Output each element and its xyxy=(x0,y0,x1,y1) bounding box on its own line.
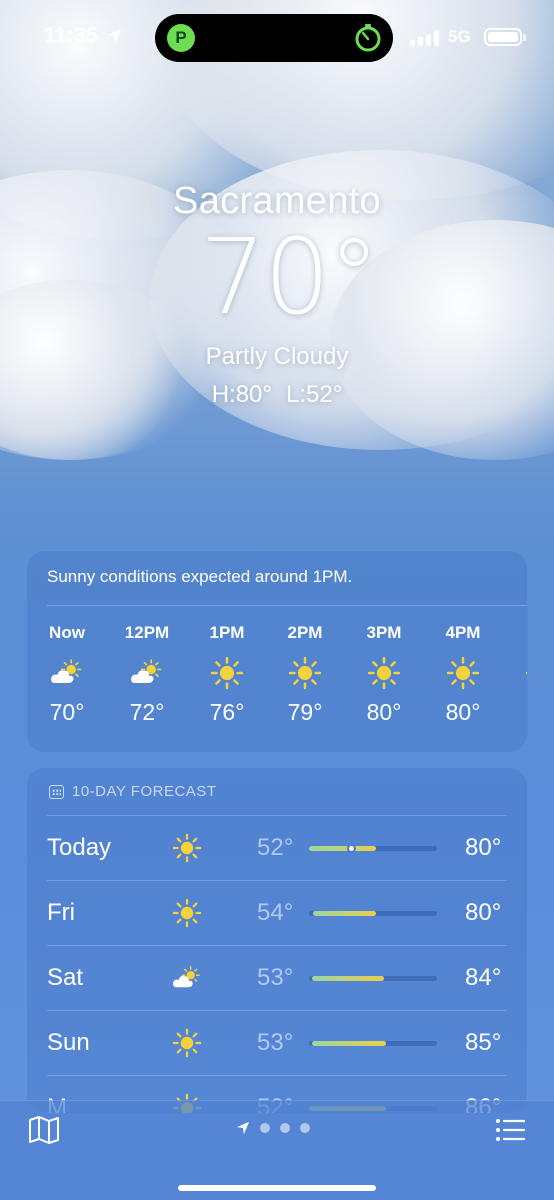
day-name: Today xyxy=(47,834,112,861)
cellular-signal-icon xyxy=(410,30,440,46)
page-dot xyxy=(300,1123,310,1133)
partly-cloudy-icon xyxy=(37,655,97,691)
hour-temp: 79° xyxy=(287,699,323,725)
sun-icon xyxy=(167,1025,207,1061)
temp-range-bar xyxy=(309,976,437,981)
sun-icon xyxy=(354,655,414,691)
sun-icon xyxy=(512,655,527,691)
day-high: 80° xyxy=(465,899,502,926)
day-high: 85° xyxy=(465,1029,502,1056)
sun-icon xyxy=(197,655,257,691)
day-low: 52° xyxy=(257,834,294,861)
partly-cloudy-icon xyxy=(117,655,177,691)
hour-temp: 70° xyxy=(49,699,85,725)
day-name: Sun xyxy=(47,1029,90,1056)
current-temp-dot xyxy=(347,844,356,853)
temp-range-bar xyxy=(309,911,437,916)
day-row[interactable]: Sun 53° 85° xyxy=(47,1010,507,1075)
hour-item: 1PM 76° xyxy=(197,623,257,726)
day-high: 84° xyxy=(465,964,502,991)
hour-item: Now 70° xyxy=(37,623,97,726)
status-bar: 11:35 P 5G xyxy=(0,0,554,75)
dynamic-island[interactable]: P xyxy=(155,14,393,62)
hour-label: 3PM xyxy=(366,623,402,642)
temp-range-bar xyxy=(309,844,437,853)
temp-range-fill xyxy=(312,1041,386,1046)
temp-range-bar xyxy=(309,1041,437,1046)
day-low: 53° xyxy=(257,964,294,991)
temp-range-fill xyxy=(313,911,376,916)
day-row[interactable]: Today 52° 80° xyxy=(47,815,507,880)
p-app-icon: P xyxy=(167,24,195,52)
ten-day-forecast-card[interactable]: 10-DAY FORECAST Today 52° 80° Fri 54° 80°… xyxy=(27,768,527,1113)
hour-item: 3PM 80° xyxy=(354,623,414,726)
location-arrow-icon xyxy=(107,29,121,43)
low-temp: L:52° xyxy=(285,381,343,408)
timer-icon xyxy=(355,24,381,52)
hour-temp: 80° xyxy=(366,699,402,725)
high-low: H:80° L:52° xyxy=(0,381,554,409)
status-time: 11:35 xyxy=(44,24,99,47)
divider xyxy=(47,605,527,606)
battery-icon xyxy=(484,28,526,46)
hour-label: 4PM xyxy=(445,623,481,642)
partly-cloudy-icon xyxy=(167,960,207,996)
hour-item: 4PM 80° xyxy=(433,623,493,726)
calendar-icon xyxy=(49,784,64,799)
current-temperature: 70° xyxy=(199,216,380,338)
temp-range-fill xyxy=(312,976,384,981)
page-indicator[interactable] xyxy=(236,1121,310,1135)
condition-text: Partly Cloudy xyxy=(205,343,349,370)
map-icon[interactable] xyxy=(28,1115,60,1145)
page-dot xyxy=(260,1123,270,1133)
hour-label: 1PM xyxy=(209,623,245,642)
list-icon[interactable] xyxy=(494,1115,526,1145)
hour-label: 5 xyxy=(512,623,527,649)
bottom-toolbar xyxy=(0,1100,554,1200)
hour-item: 2PM 79° xyxy=(275,623,335,726)
day-name: Fri xyxy=(47,899,75,926)
day-low: 53° xyxy=(257,1029,294,1056)
network-type: 5G xyxy=(448,27,471,46)
day-low: 54° xyxy=(257,899,294,926)
hourly-scroll[interactable]: Now 70° 12PM 72° 1PM 76° 2PM 79° 3PM 80° 4PM … xyxy=(27,623,527,743)
hourly-summary: Sunny conditions expected around 1PM. xyxy=(47,567,353,586)
hour-item: 5 7 xyxy=(512,623,527,726)
hour-label: 2PM xyxy=(287,623,323,642)
hour-label: 12PM xyxy=(124,623,170,642)
day-name: Sat xyxy=(47,964,84,991)
temp-range-fill xyxy=(309,846,376,851)
hour-temp: 7 xyxy=(512,699,527,726)
hourly-forecast-card[interactable]: Sunny conditions expected around 1PM. No… xyxy=(27,551,527,752)
hour-temp: 76° xyxy=(209,699,245,725)
sun-icon xyxy=(433,655,493,691)
day-high: 80° xyxy=(465,834,502,861)
home-indicator xyxy=(178,1185,376,1191)
high-temp: H:80° xyxy=(211,381,272,408)
location-arrow-icon xyxy=(236,1121,250,1135)
daily-title-text: 10-DAY FORECAST xyxy=(72,783,217,800)
hour-temp: 72° xyxy=(129,699,165,725)
page-dot xyxy=(280,1123,290,1133)
day-row[interactable]: Fri 54° 80° xyxy=(47,880,507,945)
hour-item: 12PM 72° xyxy=(117,623,177,726)
sun-icon xyxy=(275,655,335,691)
current-weather: Sacramento 70° Partly Cloudy H:80° L:52° xyxy=(0,180,554,409)
hour-temp: 80° xyxy=(445,699,481,725)
day-row[interactable]: Sat 53° 84° xyxy=(47,945,507,1010)
sun-icon xyxy=(167,895,207,931)
sun-icon xyxy=(167,830,207,866)
daily-title: 10-DAY FORECAST xyxy=(49,783,216,800)
hour-label: Now xyxy=(49,623,85,642)
